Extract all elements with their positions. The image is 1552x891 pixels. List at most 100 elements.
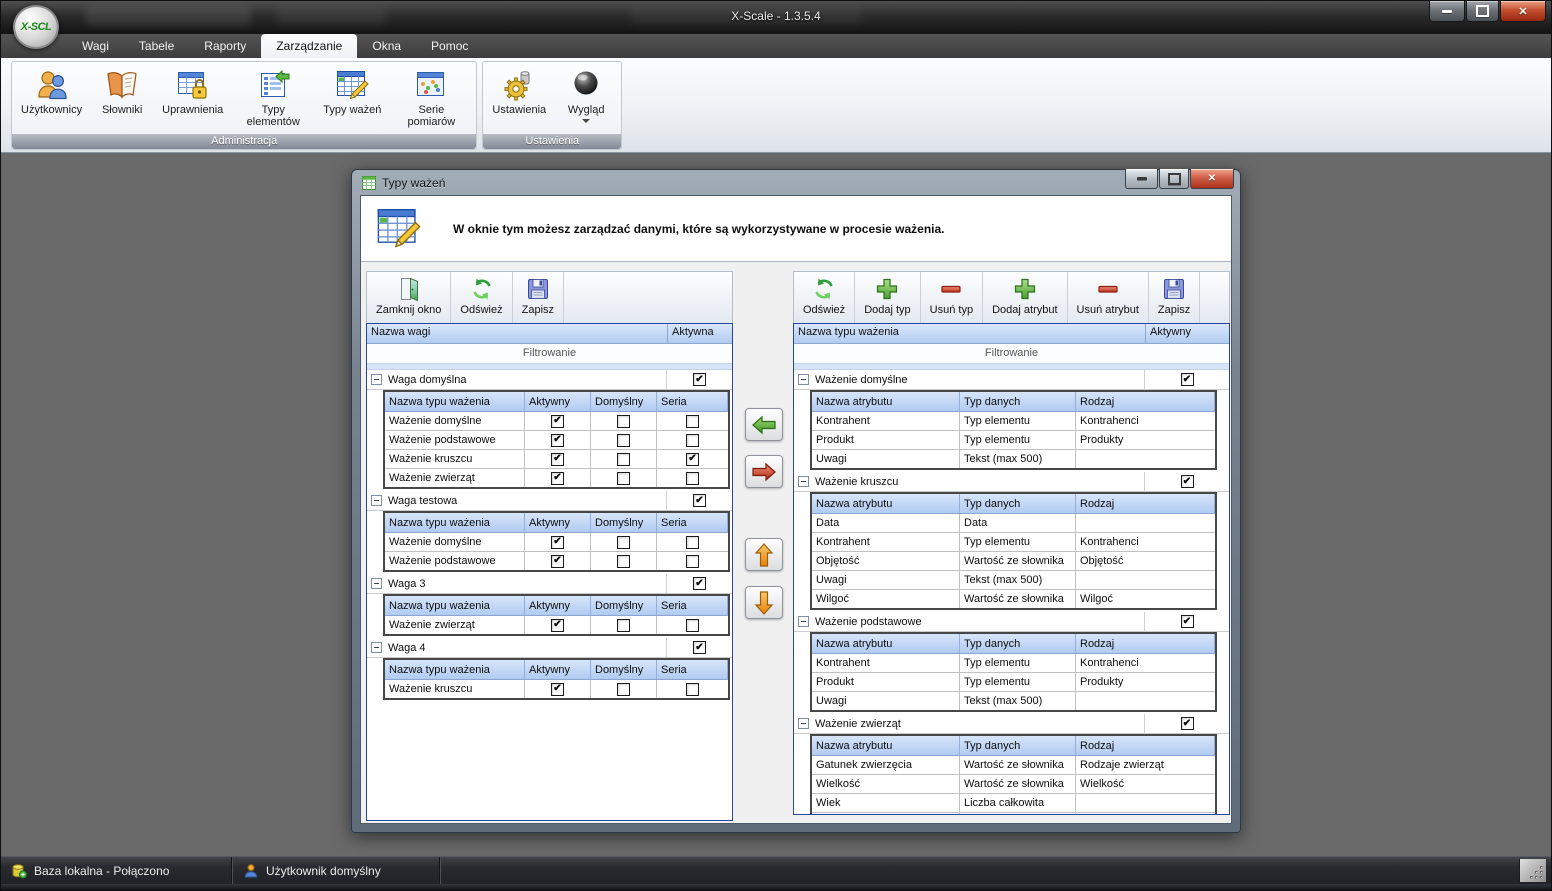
move-left-button[interactable]	[745, 408, 783, 441]
zamknij-okno-button[interactable]: Zamknij okno	[367, 272, 451, 323]
column-header[interactable]: Aktywny	[1145, 324, 1229, 343]
checkbox[interactable]	[617, 555, 630, 568]
sub-column-header[interactable]: Aktywny	[525, 596, 591, 615]
sub-column-header[interactable]: Nazwa atrybutu	[812, 634, 960, 653]
sub-column-header[interactable]: Aktywny	[525, 392, 591, 411]
filter-row[interactable]: Filtrowanie	[794, 344, 1229, 364]
sub-column-header[interactable]: Nazwa atrybutu	[812, 736, 960, 755]
weighing-type-row[interactable]: Ważenie podstawowe✔	[385, 552, 728, 570]
scale-group-row[interactable]: Waga 4✔	[367, 638, 732, 658]
checkbox[interactable]: ✔	[551, 453, 564, 466]
attribute-row[interactable]: WilgoćWartość ze słownikaWilgoć	[812, 590, 1215, 608]
zapisz-button[interactable]: Zapisz	[513, 272, 564, 323]
weighing-type-row[interactable]: Ważenie kruszcu✔✔	[385, 450, 728, 469]
collapse-icon[interactable]	[371, 495, 382, 506]
window-close-button[interactable]: ✕	[1500, 1, 1546, 22]
attribute-row[interactable]: UwagiTekst (max 500)	[812, 813, 1215, 814]
scale-group-row[interactable]: Waga domyślna✔	[367, 370, 732, 390]
sub-column-header[interactable]: Nazwa typu ważenia	[385, 513, 525, 532]
attribute-row[interactable]: WiekLiczba całkowita	[812, 794, 1215, 813]
sub-column-header[interactable]: Domyślny	[591, 596, 657, 615]
sub-column-header[interactable]: Rodzaj	[1076, 634, 1215, 653]
checkbox[interactable]	[686, 683, 699, 696]
checkbox[interactable]: ✔	[551, 472, 564, 485]
sub-column-header[interactable]: Nazwa typu ważenia	[385, 660, 525, 679]
sub-column-header[interactable]: Rodzaj	[1076, 494, 1215, 513]
scale-group-row[interactable]: Waga testowa✔	[367, 491, 732, 511]
usun-typ-button[interactable]: Usuń typ	[921, 272, 983, 323]
checkbox[interactable]	[617, 472, 630, 485]
dialog-close-button[interactable]: ✕	[1190, 169, 1234, 189]
sub-column-header[interactable]: Typ danych	[960, 392, 1076, 411]
checkbox[interactable]: ✔	[551, 434, 564, 447]
slowniki-button[interactable]: Słowniki	[89, 64, 155, 116]
checkbox[interactable]: ✔	[551, 619, 564, 632]
tab-okna[interactable]: Okna	[357, 34, 416, 58]
collapse-icon[interactable]	[371, 578, 382, 589]
sub-column-header[interactable]: Rodzaj	[1076, 392, 1215, 411]
usun-atrybut-button[interactable]: Usuń atrybut	[1068, 272, 1149, 323]
checkbox[interactable]	[686, 434, 699, 447]
dodaj-typ-button[interactable]: Dodaj typ	[855, 272, 920, 323]
column-header[interactable]: Nazwa wagi	[367, 324, 667, 343]
checkbox[interactable]	[686, 619, 699, 632]
move-right-button[interactable]	[745, 455, 783, 488]
checkbox[interactable]: ✔	[551, 683, 564, 696]
collapse-icon[interactable]	[798, 374, 809, 385]
serie-pomiarow-button[interactable]: Serie pomiarów	[388, 64, 474, 128]
weighing-type-group-row[interactable]: Ważenie domyślne✔	[794, 370, 1229, 390]
ustawienia-button[interactable]: Ustawienia	[485, 64, 553, 116]
weighing-type-row[interactable]: Ważenie domyślne✔	[385, 533, 728, 552]
attribute-row[interactable]: UwagiTekst (max 500)	[812, 450, 1215, 468]
typy-elementow-button[interactable]: Typy elementów	[230, 64, 316, 128]
checkbox[interactable]: ✔	[1181, 717, 1194, 730]
checkbox[interactable]: ✔	[693, 641, 706, 654]
tab-raporty[interactable]: Raporty	[189, 34, 261, 58]
tab-wagi[interactable]: Wagi	[67, 34, 124, 58]
weighing-type-group-row[interactable]: Ważenie kruszcu✔	[794, 472, 1229, 492]
filter-row[interactable]: Filtrowanie	[367, 344, 732, 364]
checkbox[interactable]	[617, 536, 630, 549]
checkbox[interactable]	[617, 415, 630, 428]
checkbox[interactable]	[617, 619, 630, 632]
uzytkownicy-button[interactable]: Użytkownicy	[14, 64, 89, 116]
sub-column-header[interactable]: Nazwa typu ważenia	[385, 596, 525, 615]
wyglad-button[interactable]: Wygląd	[553, 64, 619, 123]
sub-column-header[interactable]: Seria	[657, 596, 728, 615]
checkbox[interactable]: ✔	[693, 577, 706, 590]
checkbox[interactable]	[686, 555, 699, 568]
attribute-row[interactable]: KontrahentTyp elementuKontrahenci	[812, 412, 1215, 431]
weighing-type-row[interactable]: Ważenie kruszcu✔	[385, 680, 728, 698]
checkbox[interactable]: ✔	[686, 453, 699, 466]
tab-tabele[interactable]: Tabele	[124, 34, 189, 58]
attribute-row[interactable]: ProduktTyp elementuProdukty	[812, 673, 1215, 692]
window-maximize-button[interactable]	[1466, 1, 1499, 22]
attribute-row[interactable]: ProduktTyp elementuProdukty	[812, 431, 1215, 450]
checkbox[interactable]: ✔	[551, 415, 564, 428]
sub-column-header[interactable]: Seria	[657, 392, 728, 411]
odswiez-button[interactable]: Odśwież	[451, 272, 512, 323]
checkbox[interactable]: ✔	[1181, 615, 1194, 628]
checkbox[interactable]: ✔	[1181, 373, 1194, 386]
checkbox[interactable]: ✔	[551, 555, 564, 568]
sub-column-header[interactable]: Aktywny	[525, 660, 591, 679]
attribute-row[interactable]: UwagiTekst (max 500)	[812, 692, 1215, 710]
collapse-icon[interactable]	[371, 374, 382, 385]
sub-column-header[interactable]: Seria	[657, 513, 728, 532]
checkbox[interactable]: ✔	[693, 494, 706, 507]
dialog-minimize-button[interactable]	[1125, 169, 1158, 189]
sub-column-header[interactable]: Typ danych	[960, 736, 1076, 755]
scale-group-row[interactable]: Waga 3✔	[367, 574, 732, 594]
sub-column-header[interactable]: Nazwa atrybutu	[812, 494, 960, 513]
resize-grip[interactable]	[1519, 859, 1546, 882]
checkbox[interactable]	[617, 434, 630, 447]
attribute-row[interactable]: ObjętośćWartość ze słownikaObjętość	[812, 552, 1215, 571]
uprawnienia-button[interactable]: Uprawnienia	[155, 64, 230, 116]
title-bar[interactable]: X-SCL X-Scale - 1.3.5.4 ✕	[1, 1, 1551, 34]
attribute-row[interactable]: WielkośćWartość ze słownikaWielkość	[812, 775, 1215, 794]
tab-pomoc[interactable]: Pomoc	[416, 34, 483, 58]
checkbox[interactable]	[686, 536, 699, 549]
sub-column-header[interactable]: Typ danych	[960, 494, 1076, 513]
sub-column-header[interactable]: Aktywny	[525, 513, 591, 532]
dialog-maximize-button[interactable]	[1159, 169, 1189, 189]
